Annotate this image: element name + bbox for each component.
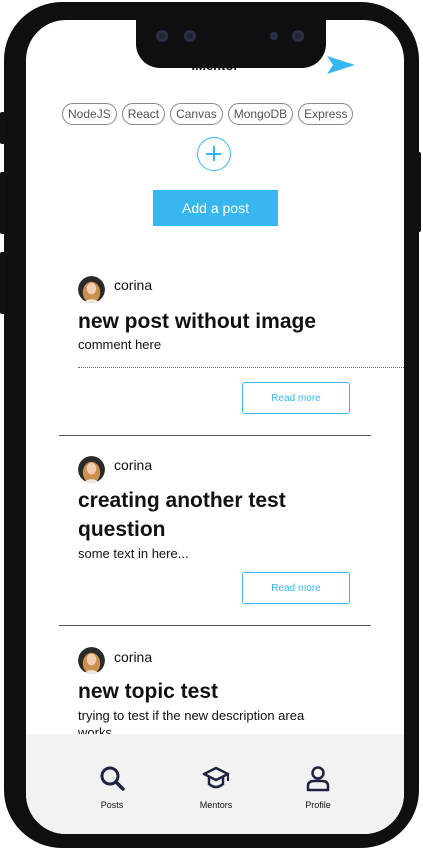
avatar — [78, 647, 105, 674]
post-separator — [59, 435, 371, 436]
post-author[interactable]: corina — [114, 649, 152, 665]
sensor-icon — [184, 30, 196, 42]
dotted-divider — [78, 367, 404, 368]
post-title-line-1[interactable]: creating another test — [78, 486, 286, 515]
post-description: some text in here... — [78, 546, 189, 561]
nav-mentors[interactable]: Mentors — [186, 764, 246, 810]
post-separator — [59, 625, 371, 626]
front-camera-icon — [292, 30, 304, 42]
screen: iMentor NodeJS React Canvas MongoDB Expr… — [26, 20, 404, 834]
user-icon — [306, 766, 330, 792]
post-description-line-1: trying to test if the new description ar… — [78, 708, 305, 723]
read-more-button[interactable]: Read more — [242, 382, 350, 414]
add-tag-plus-icon[interactable] — [197, 137, 231, 171]
tag-react[interactable]: React — [121, 103, 166, 125]
nav-mentors-label: Mentors — [199, 800, 233, 810]
speaker-icon — [270, 32, 278, 40]
add-post-button[interactable]: Add a post — [153, 190, 278, 226]
send-icon[interactable] — [326, 54, 356, 76]
read-more-button[interactable]: Read more — [242, 572, 350, 604]
nav-profile[interactable]: Profile — [288, 764, 348, 810]
mute-switch — [0, 112, 6, 144]
avatar — [78, 276, 105, 303]
nav-posts[interactable]: Posts — [82, 764, 142, 810]
post-title[interactable]: new topic test — [78, 677, 218, 706]
volume-down-button — [0, 252, 6, 314]
tag-express[interactable]: Express — [298, 103, 354, 125]
tag-nodejs[interactable]: NodeJS — [62, 103, 117, 125]
camera-icon — [156, 30, 168, 42]
bottom-navigation: Posts Mentors Profile — [26, 734, 404, 834]
nav-posts-label: Posts — [100, 800, 124, 810]
avatar — [78, 456, 105, 483]
post-author[interactable]: corina — [114, 457, 152, 473]
tag-canvas[interactable]: Canvas — [170, 103, 223, 125]
graduation-cap-icon — [202, 766, 230, 789]
tag-list: NodeJS React Canvas MongoDB Express — [62, 103, 354, 125]
power-button — [415, 152, 421, 232]
tag-mongodb[interactable]: MongoDB — [227, 103, 294, 125]
post-description: comment here — [78, 337, 162, 352]
volume-up-button — [0, 172, 6, 234]
post-title-line-2[interactable]: question — [78, 515, 166, 544]
phone-frame: iMentor NodeJS React Canvas MongoDB Expr… — [0, 2, 421, 848]
post-author[interactable]: corina — [114, 277, 152, 293]
search-icon — [100, 766, 125, 791]
nav-profile-label: Profile — [305, 800, 331, 810]
post-title[interactable]: new post without image — [78, 307, 316, 336]
notch — [136, 20, 326, 68]
